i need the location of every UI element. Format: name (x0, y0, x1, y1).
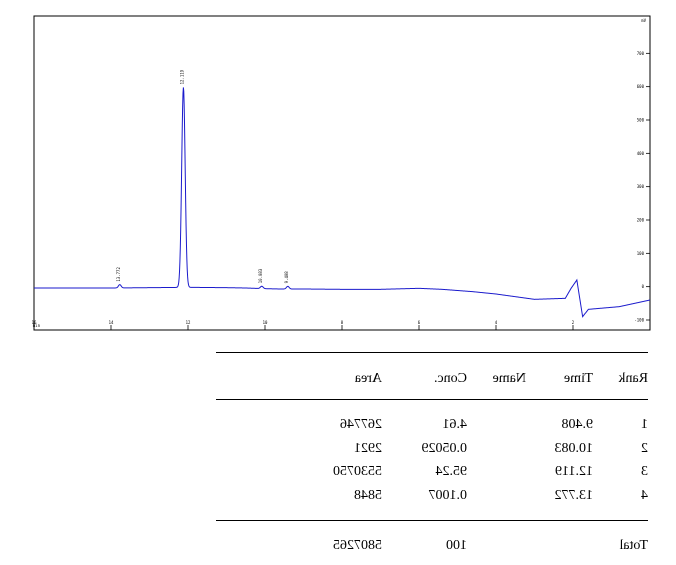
peak-label: 12.119 (179, 69, 184, 84)
row-time: 9.408 (561, 417, 594, 432)
y-unit-label: mV (641, 18, 646, 23)
y-tick-label: -100 (634, 318, 644, 323)
plot-frame (33, 15, 651, 331)
y-tick-label: 700 (637, 51, 645, 56)
header-rank: Rank (618, 371, 648, 386)
x-tick-label: 10 (263, 320, 268, 325)
total-area: 5807265 (333, 538, 382, 553)
report-table: Rank Time Name Conc. Area 1 9.408 4.61 2… (0, 340, 676, 565)
row-time: 12.119 (555, 464, 593, 479)
row-conc: 4.61 (442, 417, 468, 432)
x-unit-label: min (33, 323, 41, 328)
header-rule (216, 399, 648, 400)
top-rule (216, 352, 648, 353)
row-conc: 95.24 (435, 464, 468, 479)
y-tick-label: 400 (637, 151, 645, 156)
y-axis: -100 0 100 200 300 400 500 600 700 (634, 51, 650, 323)
y-tick-label: 0 (642, 284, 645, 289)
bottom-rule (216, 520, 648, 521)
peak-label: 9.408 (284, 271, 289, 284)
header-area: Area (354, 371, 382, 386)
header-name: Name (492, 371, 526, 386)
total-label: Total (619, 538, 648, 553)
total-conc: 100 (446, 538, 467, 553)
peak-label: 10.083 (258, 268, 263, 283)
row-time: 13.772 (554, 488, 594, 503)
x-tick-label: 12 (186, 320, 191, 325)
x-axis: 246810121416 (32, 320, 575, 330)
x-tick-label: 2 (572, 320, 575, 325)
peak-labels: 9.408 10.083 12.119 13.772 (116, 69, 289, 283)
row-conc: 0.05029 (421, 441, 468, 456)
chromatogram-chart: -1000100200300400500600700 246810121416 … (32, 15, 651, 331)
row-rank: 4 (641, 488, 648, 503)
row-conc: 0.1007 (428, 488, 468, 503)
row-area: 5848 (354, 488, 382, 503)
series-line (34, 87, 651, 318)
header-time: Time (563, 371, 593, 386)
x-tick-label: 14 (109, 320, 114, 325)
row-area: 5530750 (333, 464, 382, 479)
peak-label: 13.772 (116, 267, 121, 282)
header-conc: Conc. (433, 371, 467, 386)
x-tick-label: 4 (495, 320, 498, 325)
y-tick-label: 600 (637, 84, 645, 89)
y-tick-label: 300 (637, 184, 645, 189)
x-tick-label: 8 (341, 320, 344, 325)
row-rank: 2 (641, 441, 648, 456)
row-rank: 1 (641, 417, 648, 432)
y-tick-label: 100 (637, 251, 645, 256)
row-area: 2921 (354, 441, 382, 456)
row-rank: 3 (641, 464, 648, 479)
y-tick-label: 200 (637, 218, 645, 223)
x-tick-label: 6 (418, 320, 421, 325)
y-tick-label: 500 (637, 118, 645, 123)
row-time: 10.083 (554, 441, 594, 456)
row-area: 267746 (340, 417, 382, 432)
